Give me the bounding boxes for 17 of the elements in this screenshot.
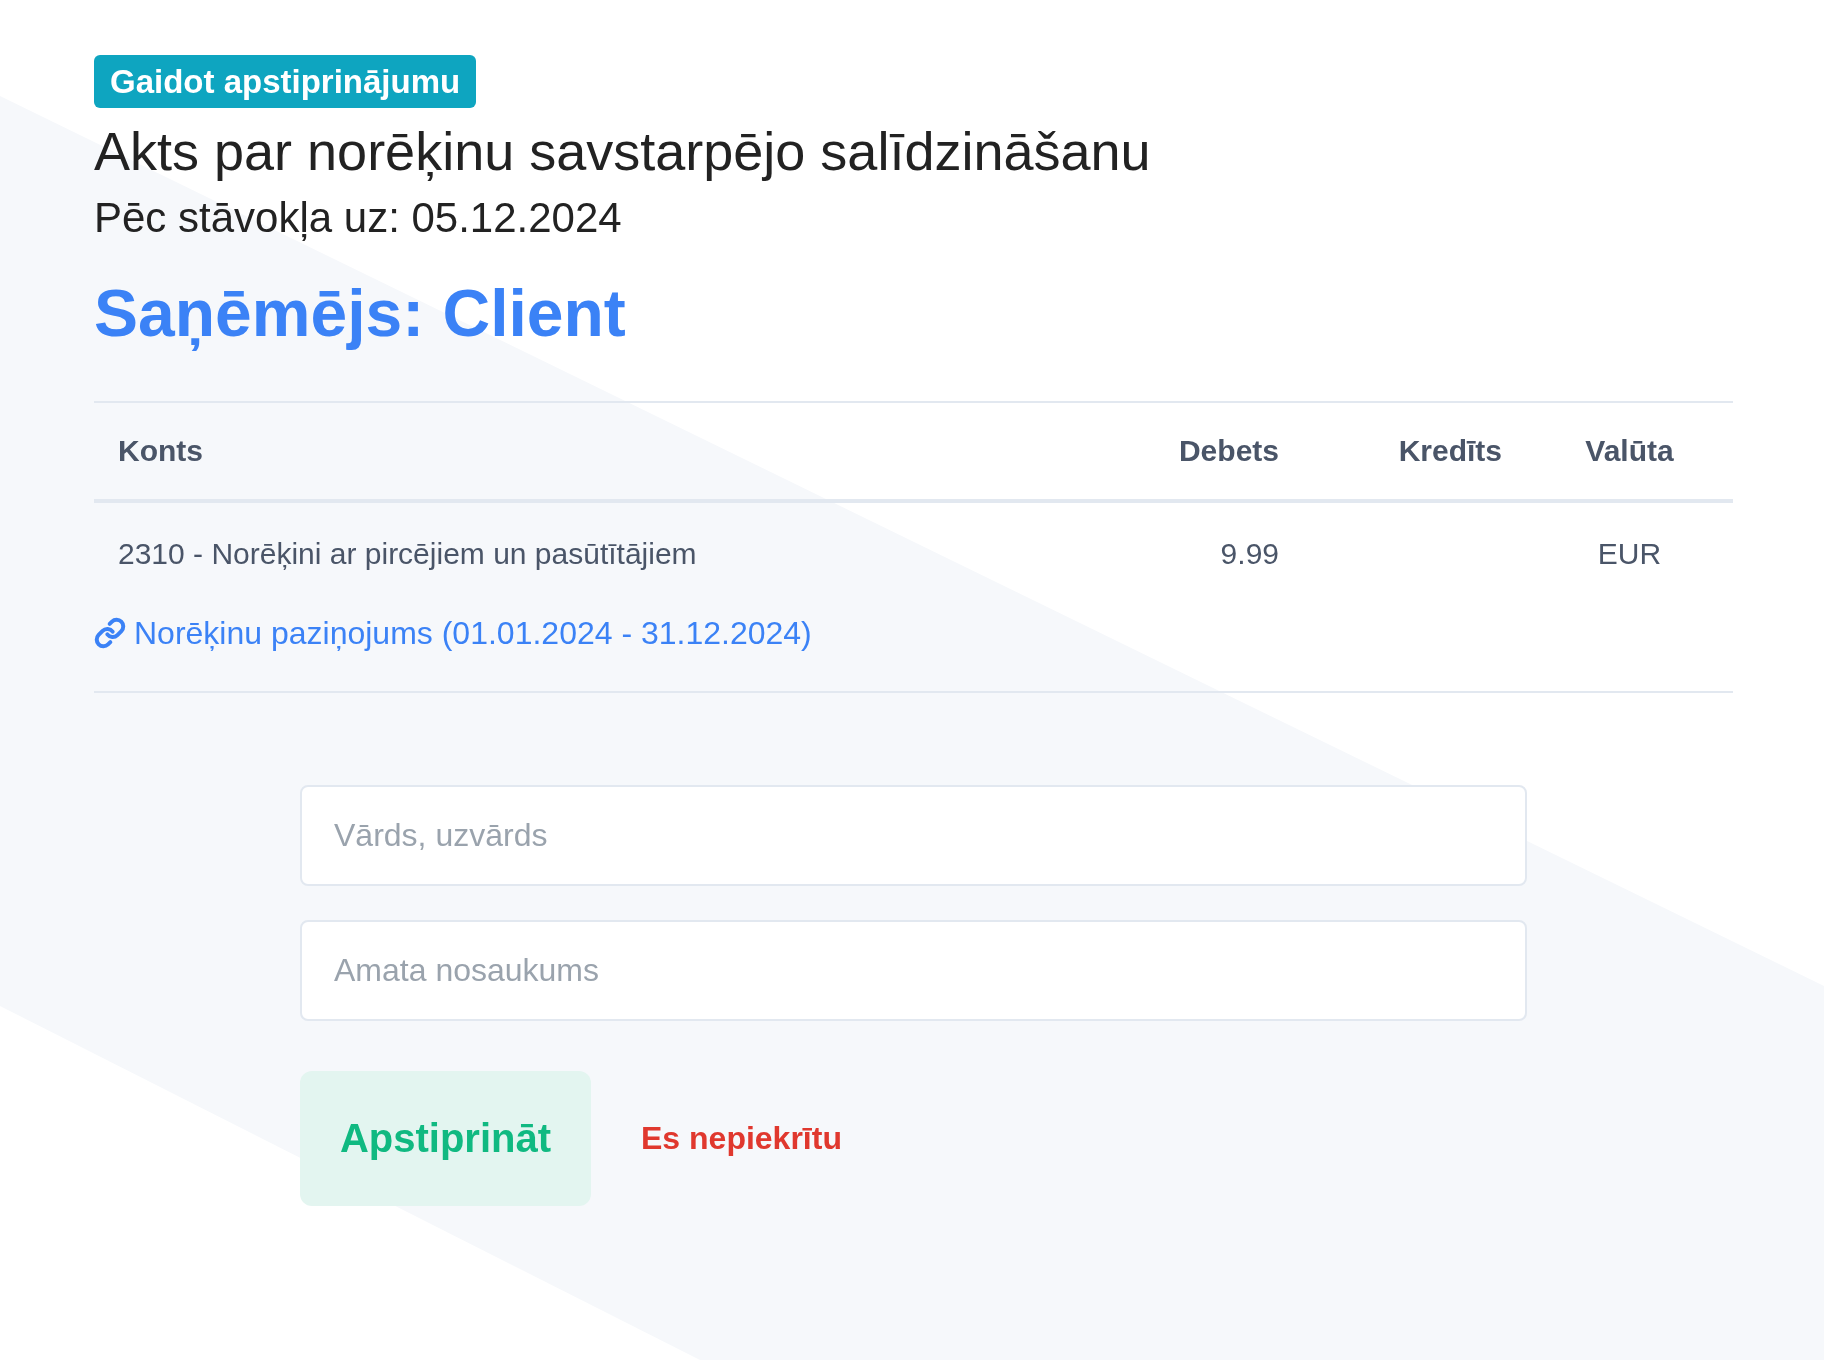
- table-cell-text: 2310 - Norēķini ar pircējiem un pasūtītājiem: [117, 536, 698, 573]
- page-title: Akts par norēķinu savstarpējo salīdzināšanu: [94, 120, 1152, 184]
- table-cell-text: EUR: [1596, 536, 1663, 573]
- subtitle: Pēc stāvokļa uz: 05.12.2024: [94, 192, 623, 243]
- statement-link[interactable]: Norēķinu paziņojums (01.01.2024 - 31.12.2024): [134, 608, 812, 657]
- column-header: Valūta: [1584, 433, 1675, 470]
- column-header: Kredīts: [1397, 433, 1503, 470]
- table-cell-text: 9.99: [1219, 536, 1280, 573]
- input-field[interactable]: Vārds, uzvārds: [300, 784, 1527, 886]
- column-header: Konts: [117, 433, 204, 470]
- link-icon: [94, 616, 126, 649]
- input-field[interactable]: Amata nosaukums: [300, 919, 1527, 1021]
- column-header: Debets: [1177, 433, 1280, 470]
- status-badge: Gaidot apstiprinājumu: [94, 55, 477, 109]
- disagree-button[interactable]: Es nepiekrītu: [641, 1114, 842, 1163]
- confirm-button[interactable]: Apstiprināt: [300, 1070, 591, 1206]
- recipient-heading: Saņēmējs: Client: [94, 275, 627, 353]
